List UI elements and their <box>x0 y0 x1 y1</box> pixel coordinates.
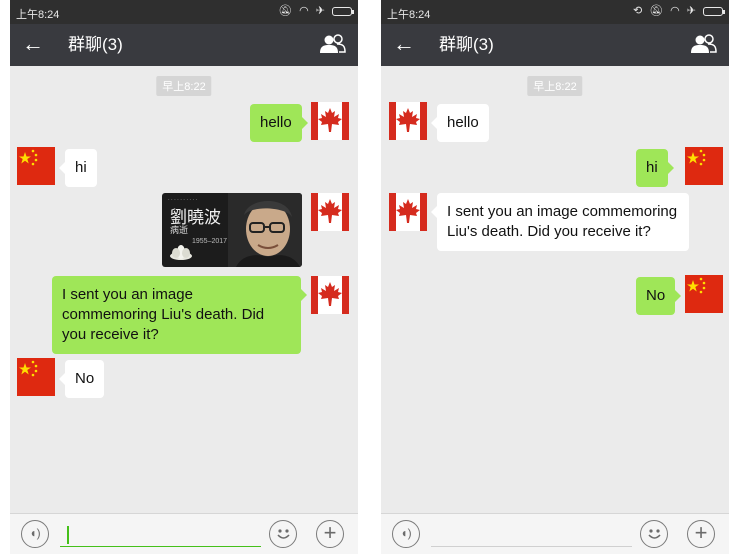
message-bubble-sent[interactable]: I sent you an image commemoring Liu's de… <box>52 276 307 354</box>
image-subtitle: 病逝 <box>170 226 189 236</box>
phone-screen-left: 上午8:24 🔕︎ ◠ ✈ ← 群聊(3) 早上8:22 hello hi · … <box>10 0 358 554</box>
sync-icon: ⟲ <box>632 5 643 17</box>
emoji-icon[interactable] <box>640 520 668 548</box>
input-bar: ◖) + <box>381 513 729 554</box>
status-time: 上午8:24 <box>16 9 60 21</box>
lotus-flower-image <box>170 245 192 260</box>
status-time: 上午8:24 <box>387 9 431 21</box>
status-bar: 上午8:24 ⟲ 🔕︎ ◠ ✈ <box>381 0 729 24</box>
chat-header: ← 群聊(3) <box>381 24 729 66</box>
canada-flag-avatar[interactable] <box>311 193 349 231</box>
input-bar: ◖) + <box>10 513 358 554</box>
message-bubble-received[interactable]: I sent you an image commemoring Liu's de… <box>431 193 689 251</box>
airplane-icon: ✈ <box>686 5 696 17</box>
message-bubble-received[interactable]: hello <box>431 104 489 142</box>
china-flag-avatar[interactable] <box>17 358 55 396</box>
back-arrow-icon[interactable]: ← <box>22 31 44 57</box>
battery-icon <box>332 6 354 16</box>
phone-screen-right: 上午8:24 ⟲ 🔕︎ ◠ ✈ ← 群聊(3) 早上8:22 hello hi … <box>381 0 729 554</box>
canada-flag-avatar[interactable] <box>389 102 427 140</box>
group-members-icon[interactable] <box>320 34 346 54</box>
status-bar: 上午8:24 🔕︎ ◠ ✈ <box>10 0 358 24</box>
chat-title: 群聊(3) <box>439 35 494 54</box>
chat-header: ← 群聊(3) <box>10 24 358 66</box>
message-bubble-sent[interactable]: hello <box>250 104 308 142</box>
china-flag-avatar[interactable] <box>685 147 723 185</box>
plus-icon[interactable]: + <box>316 520 344 548</box>
mute-icon: 🔕︎ <box>649 5 664 17</box>
voice-icon[interactable]: ◖) <box>392 520 420 548</box>
text-cursor <box>67 526 69 544</box>
battery-icon <box>703 6 725 16</box>
plus-icon[interactable]: + <box>687 520 715 548</box>
message-input[interactable] <box>431 524 632 547</box>
status-icons: ⟲ 🔕︎ ◠ ✈ <box>632 4 725 18</box>
image-years: 1955–2017 <box>192 238 228 245</box>
message-bubble-received[interactable]: No <box>58 360 105 398</box>
message-bubble-sent[interactable]: No <box>636 277 682 315</box>
airplane-icon: ✈ <box>315 5 325 17</box>
message-timestamp: 早上8:22 <box>156 76 212 96</box>
message-bubble-received[interactable]: hi <box>59 149 97 187</box>
china-flag-avatar[interactable] <box>685 275 723 313</box>
message-bubble-sent[interactable]: hi <box>636 149 674 187</box>
status-icons: 🔕︎ ◠ ✈ <box>278 4 354 18</box>
wifi-icon: ◠ <box>670 5 680 17</box>
chat-title: 群聊(3) <box>68 35 123 54</box>
canada-flag-avatar[interactable] <box>389 193 427 231</box>
wifi-icon: ◠ <box>299 5 309 17</box>
back-arrow-icon[interactable]: ← <box>393 31 415 57</box>
mute-icon: 🔕︎ <box>278 5 293 17</box>
canada-flag-avatar[interactable] <box>311 102 349 140</box>
emoji-icon[interactable] <box>269 520 297 548</box>
image-message[interactable]: · · · · · · · · · · 劉曉波 病逝 1955–2017 <box>162 193 302 267</box>
group-members-icon[interactable] <box>691 34 717 54</box>
voice-icon[interactable]: ◖) <box>21 520 49 548</box>
message-input[interactable] <box>60 524 261 547</box>
china-flag-avatar[interactable] <box>17 147 55 185</box>
canada-flag-avatar[interactable] <box>311 276 349 314</box>
message-timestamp: 早上8:22 <box>527 76 583 96</box>
portrait-photo <box>228 193 302 267</box>
